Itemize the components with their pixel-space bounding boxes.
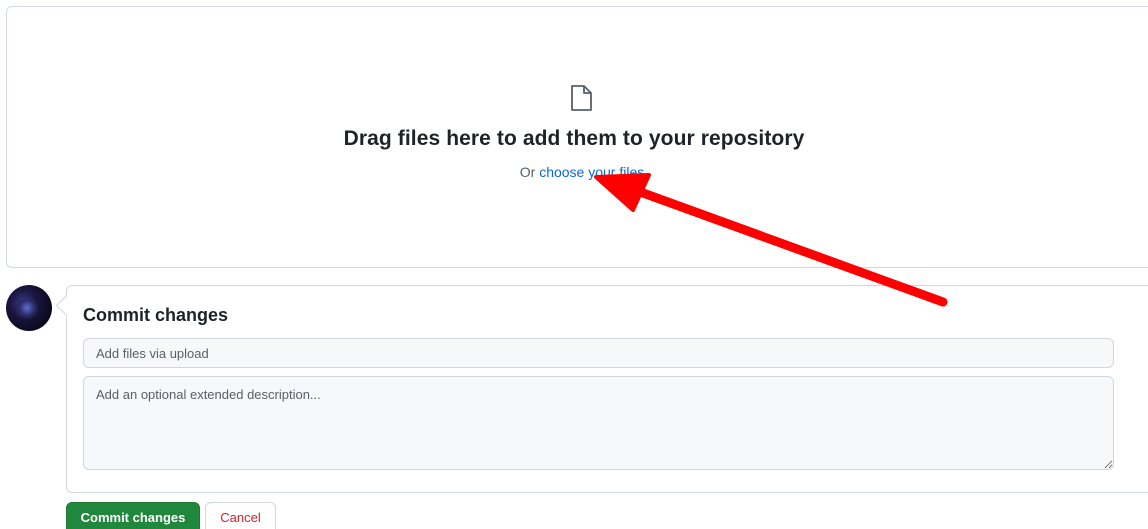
file-icon bbox=[571, 85, 592, 111]
drop-zone-title: Drag files here to add them to your repo… bbox=[343, 127, 805, 150]
commit-changes-button[interactable]: Commit changes bbox=[66, 502, 200, 529]
commit-panel: Commit changes bbox=[66, 285, 1148, 493]
commit-summary-input[interactable] bbox=[83, 338, 1114, 368]
choose-files-link[interactable]: choose your files bbox=[539, 164, 644, 180]
drop-zone-prefix: Or bbox=[519, 164, 536, 180]
commit-description-input[interactable] bbox=[83, 376, 1114, 470]
commit-title: Commit changes bbox=[83, 305, 229, 325]
cancel-button[interactable]: Cancel bbox=[205, 502, 276, 529]
drop-zone-subtitle: Or choose your files bbox=[0, 164, 1148, 180]
upload-page: Drag files here to add them to your repo… bbox=[0, 0, 1148, 529]
user-avatar bbox=[6, 285, 52, 331]
